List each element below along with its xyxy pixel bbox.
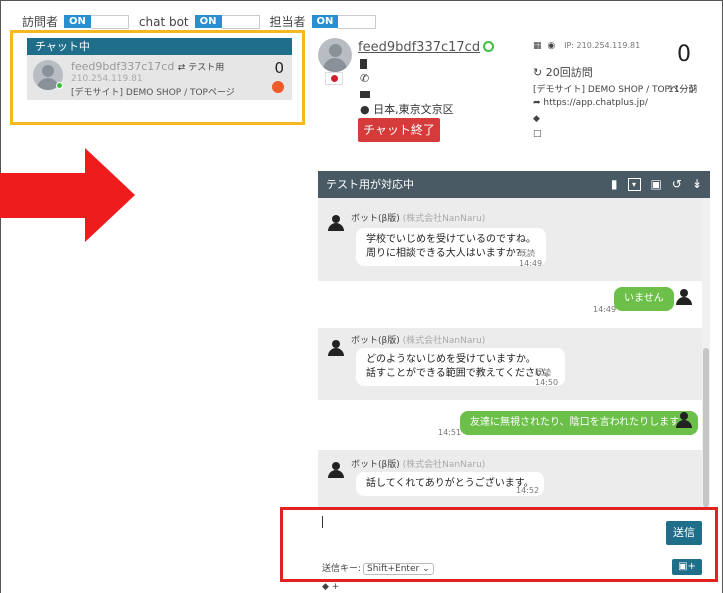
visitor-name[interactable]: feed9bdf337c17cd: [358, 40, 495, 55]
unread-count: 0: [677, 42, 691, 67]
toggle-visitor-label: 訪問者: [22, 15, 59, 29]
user-avatar-icon: [676, 289, 692, 305]
unread-indicator-icon: [272, 81, 284, 93]
chat-messages[interactable]: ボット(β版) (株式会社NanNaru) 学校でいじめを受けているのですね。周…: [318, 198, 710, 507]
message-sender: ボット(β版) (株式会社NanNaru): [351, 460, 486, 470]
chat-list-item-page: [デモサイト] DEMO SHOP / TOPページ: [71, 88, 235, 98]
user-message: 14:49 いません: [318, 281, 702, 328]
online-status-icon: [56, 82, 63, 89]
referrer-text: https://app.chatplus.jp/: [543, 98, 648, 108]
visitor-name-text: feed9bdf337c17cd: [358, 40, 481, 55]
message-input[interactable]: [318, 512, 660, 554]
online-status-icon: [483, 41, 495, 52]
bookmark-icon[interactable]: [360, 58, 367, 71]
chevron-down-icon[interactable]: ▾: [627, 178, 641, 191]
toggle-chatbot-off-area[interactable]: [221, 14, 260, 29]
send-key-setting: 送信キー: Shift+Enter ⌄: [322, 561, 434, 575]
mail-icon[interactable]: [360, 87, 370, 100]
save-icon[interactable]: ▣: [651, 171, 662, 198]
tag-icon[interactable]: ◆: [533, 114, 540, 124]
referrer-link[interactable]: ➦ https://app.chatplus.jp/: [533, 98, 648, 108]
collapse-icon[interactable]: ↡: [692, 171, 702, 198]
toggle-operator-label: 担当者: [269, 15, 306, 29]
bot-message: ボット(β版) (株式会社NanNaru) 話してくれてありがとうございます。 …: [318, 450, 702, 507]
browser-icon: ◉: [547, 41, 556, 51]
toggle-visitor-off-area[interactable]: [90, 14, 129, 29]
toggle-operator-off-area[interactable]: [338, 14, 377, 29]
message-sender: ボット(β版) (株式会社NanNaru): [351, 336, 486, 346]
message-bubble: 友達に無視されたり、陰口を言われたりします。: [460, 411, 699, 435]
message-meta: 既読 14:50: [535, 368, 559, 387]
bot-avatar-icon: [328, 215, 344, 231]
message-sender: ボット(β版) (株式会社NanNaru): [351, 214, 486, 224]
visitor-location: ● 日本,東京文京区: [360, 101, 454, 117]
message-bubble: 学校でいじめを受けているのですね。 周りに相談できる大人はいますか?: [356, 228, 546, 266]
bot-message: ボット(β版) (株式会社NanNaru) 学校でいじめを受けているのですね。周…: [318, 198, 702, 281]
message-bubble: いません: [614, 287, 674, 311]
message-time: 14:51: [438, 428, 462, 437]
page-time: 11分前: [668, 85, 698, 95]
user-message: 14:51 友達に無視されたり、陰口を言われたりします。: [318, 400, 702, 450]
share-icon: ➦: [533, 98, 541, 108]
location-pin-icon: ●: [360, 103, 370, 116]
phone-icon[interactable]: ✆: [360, 72, 369, 85]
toggle-operator-state[interactable]: ON: [311, 15, 339, 28]
bot-avatar-icon: [328, 340, 344, 356]
visit-count-text: 20回訪問: [545, 66, 593, 79]
refresh-icon: ↻: [533, 66, 543, 79]
add-tag-label: +: [331, 582, 340, 592]
toggle-visitor-state[interactable]: ON: [64, 15, 91, 28]
add-tag-button[interactable]: ◆ +: [322, 582, 339, 592]
chat-window-header: テスト用が対応中 ▮ ▾ ▣ ↺ ↡: [318, 171, 710, 198]
assignee-tag: ⇄ テスト用: [177, 63, 225, 73]
windows-icon: ▦: [533, 41, 542, 51]
chat-status-title: テスト用が対応中: [326, 178, 414, 191]
chat-list-item-ip: 210.254.119.81: [71, 74, 143, 84]
text-cursor: [322, 516, 323, 528]
tag-icon: ◆: [322, 582, 329, 592]
chat-list-header: チャット中: [27, 38, 292, 55]
send-button[interactable]: 送信: [666, 521, 702, 545]
bot-message: ボット(β版) (株式会社NanNaru) どのようないじめを受けていますか。話…: [318, 328, 702, 400]
visitor-ip: IP: 210.254.119.81: [564, 41, 641, 50]
send-key-label: 送信キー:: [322, 564, 362, 574]
toggle-chatbot[interactable]: chat bot ON: [138, 14, 260, 29]
visibility-toggles: 訪問者 ON chat bot ON 担当者 ON: [22, 13, 386, 30]
toggle-chatbot-state[interactable]: ON: [194, 15, 222, 28]
toggle-visitor[interactable]: 訪問者 ON: [22, 13, 129, 30]
end-chat-button[interactable]: チャット終了: [358, 118, 440, 142]
scrollbar-thumb[interactable]: [703, 348, 709, 507]
message-meta: 既読 14:49: [519, 249, 543, 268]
toggle-operator[interactable]: 担当者 ON: [270, 13, 377, 30]
visitor-id-text: feed9bdf337c17cd: [71, 60, 175, 73]
send-key-select[interactable]: Shift+Enter ⌄: [363, 563, 434, 575]
message-time: 14:52: [516, 486, 540, 495]
japan-flag-icon: [325, 72, 343, 85]
red-arrow-icon: [0, 148, 135, 242]
memo-icon[interactable]: □: [533, 129, 542, 139]
visitor-avatar: [318, 38, 352, 72]
add-template-button[interactable]: ▣+: [672, 559, 702, 575]
visit-count: ↻ 20回訪問: [533, 64, 593, 80]
chat-list-item[interactable]: feed9bdf337c17cd ⇄ テスト用 210.254.119.81 […: [27, 55, 292, 100]
bot-avatar-icon: [328, 462, 344, 478]
user-avatar-icon: [676, 412, 692, 428]
message-bubble: どのようないじめを受けていますか。 話すことができる範囲で教えてください。: [356, 348, 565, 386]
chat-list-item-name: feed9bdf337c17cd ⇄ テスト用: [71, 60, 224, 73]
chat-scrollbar[interactable]: [702, 198, 710, 507]
location-text: 日本,東京文京区: [373, 103, 454, 116]
bookmark-icon[interactable]: ▮: [611, 171, 618, 198]
os-browser-icons: ▦ ◉ IP: 210.254.119.81: [533, 41, 640, 51]
history-icon[interactable]: ↺: [672, 171, 682, 198]
chat-list-item-count: 0: [274, 59, 284, 77]
message-time: 14:49: [593, 305, 617, 314]
toggle-chatbot-label: chat bot: [138, 14, 189, 29]
